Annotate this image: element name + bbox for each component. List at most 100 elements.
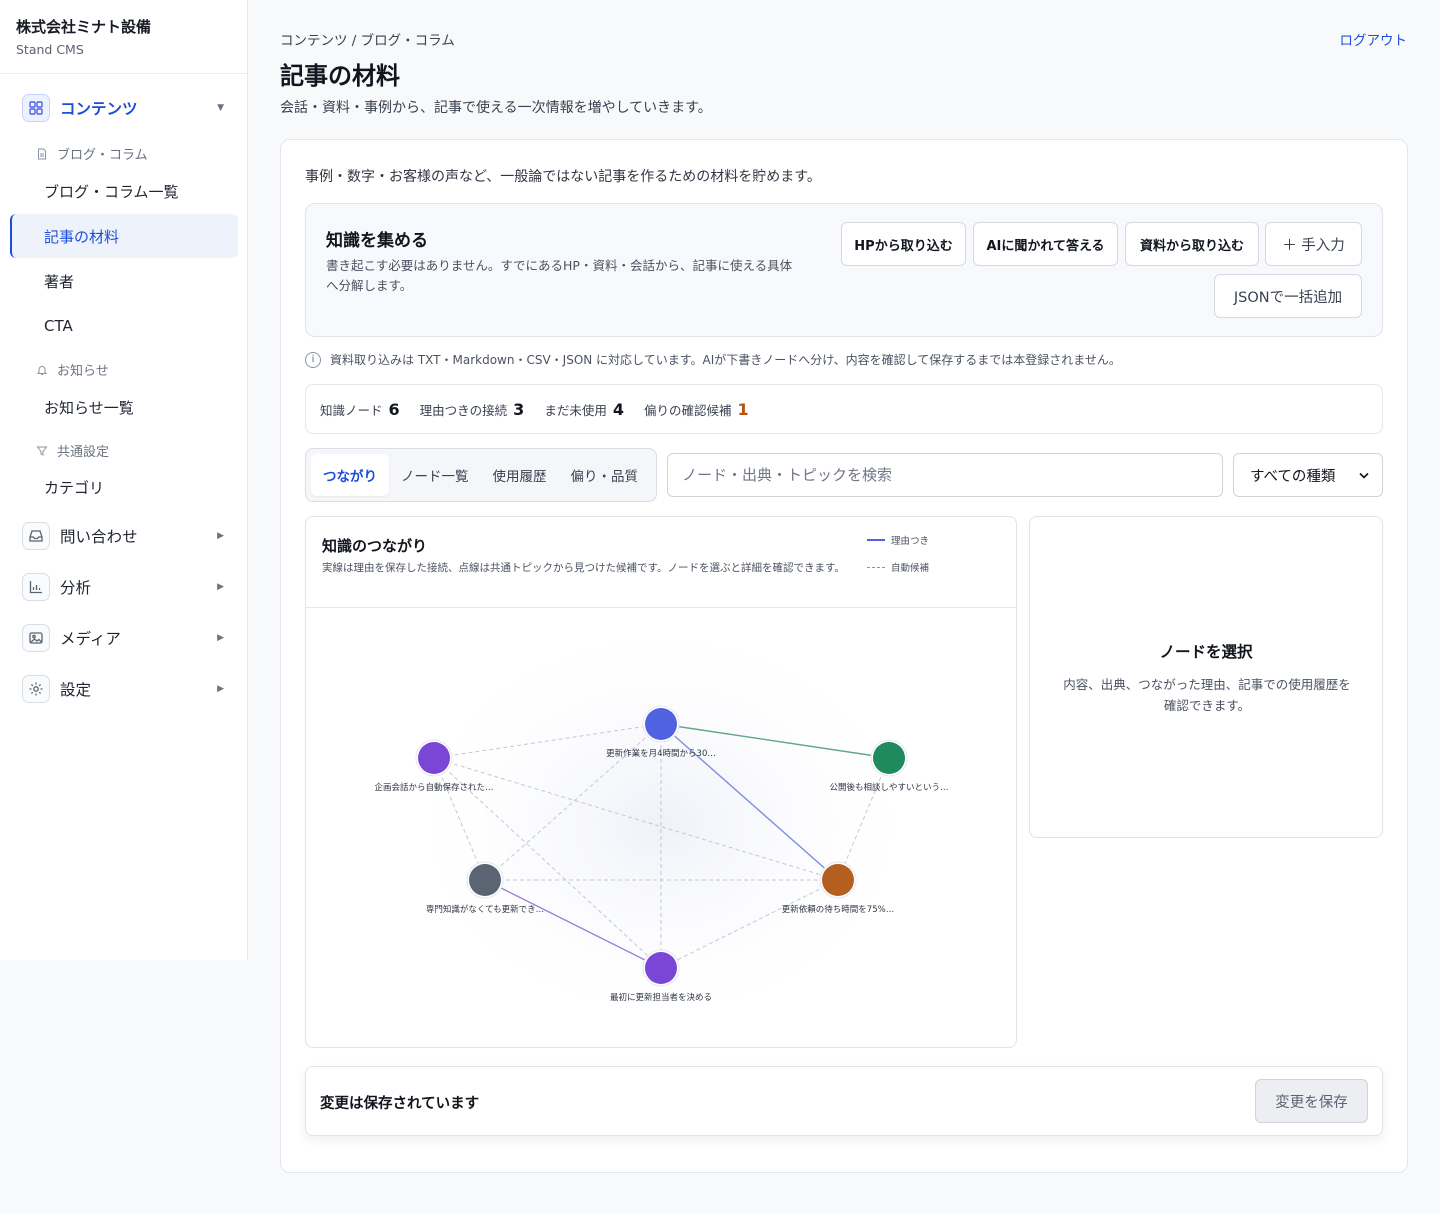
page-description: 会話・資料・事例から、記事で使える一次情報を増やしていきます。	[280, 100, 712, 116]
graph-title: 知識のつながり	[322, 537, 428, 555]
graph-node-label: 最初に更新担当者を決める	[610, 992, 712, 1003]
import-from-hp-button[interactable]: HPから取り込む	[841, 222, 966, 266]
intro-text: 事例・数字・お客様の声など、一般論ではない記事を作るための材料を貯めます。	[305, 169, 821, 185]
chevron-down-icon	[1359, 472, 1369, 479]
document-icon	[38, 148, 46, 159]
sidebar-item-blog-list[interactable]: ブログ・コラム一覧	[10, 169, 238, 213]
tab-connections[interactable]: つながり	[311, 454, 389, 496]
graph-canvas[interactable]: 更新作業を月4時間から30… 企画会話から自動保存された… 公開後も相談しやすいとい…	[306, 609, 1016, 1047]
stat-nodes: 知識ノード 6	[320, 400, 400, 419]
stat-unused: まだ未使用 4	[544, 400, 624, 419]
legend-dashed-label: 自動候補	[891, 563, 930, 574]
graph-description: 実線は理由を保存した接続、点線は共通トピックから見つけた候補です。ノードを選ぶと…	[322, 562, 845, 574]
ai-interview-button[interactable]: AIに聞かれて答える	[973, 222, 1118, 266]
stat-value: 6	[388, 399, 400, 419]
graph-node-circle	[873, 742, 905, 774]
group-news: お知らせ	[36, 360, 109, 379]
chevron-right-icon: ▶	[217, 531, 224, 541]
save-bar: 変更は保存されています 変更を保存	[305, 1066, 1383, 1136]
search-input[interactable]	[667, 453, 1223, 497]
type-filter-select[interactable]: すべての種類	[1233, 453, 1383, 497]
group-blog: ブログ・コラム	[36, 144, 148, 163]
tab-bias-quality[interactable]: 偏り・品質	[559, 454, 651, 496]
collect-knowledge-panel: 知識を集める 書き起こす必要はありません。すでにあるHP・資料・会話から、記事に…	[305, 203, 1383, 337]
sidebar-item-category[interactable]: カテゴリ	[10, 465, 238, 509]
legend-solid: 理由つき	[867, 533, 929, 547]
collect-title: 知識を集める	[326, 231, 428, 251]
legend-solid-label: 理由つき	[891, 536, 930, 547]
info-icon: i	[305, 351, 321, 368]
legend-dashed-swatch	[867, 566, 885, 568]
graph-node-circle	[822, 864, 854, 896]
group-blog-label: ブログ・コラム	[57, 148, 148, 163]
save-status: 変更は保存されています	[320, 1096, 480, 1112]
logout-link[interactable]: ログアウト	[1340, 29, 1408, 49]
nav-settings[interactable]: 設定 ▶	[10, 668, 238, 710]
graph-node-label: 公開後も相談しやすいという…	[830, 782, 949, 793]
knowledge-graph-panel: 知識のつながり 実線は理由を保存した接続、点線は共通トピックから見つけた候補です…	[305, 516, 1017, 1048]
stat-bias-candidates: 偏りの確認候補 1	[644, 400, 749, 419]
nav-settings-label: 設定	[60, 681, 92, 699]
nav-media-label: メディア	[60, 630, 121, 648]
bar-chart-icon	[22, 573, 50, 601]
stat-label: 知識ノード	[320, 402, 383, 418]
nav-contents[interactable]: コンテンツ ▼	[10, 87, 238, 129]
chevron-right-icon: ▶	[217, 582, 224, 592]
nav-media[interactable]: メディア ▶	[10, 617, 238, 659]
save-button[interactable]: 変更を保存	[1255, 1079, 1368, 1123]
stat-label: 偏りの確認候補	[643, 402, 732, 418]
stat-label: 理由つきの接続	[419, 402, 508, 418]
stats-bar: 知識ノード 6 理由つきの接続 3 まだ未使用 4 偏りの確認候補 1	[305, 384, 1383, 434]
stat-value: 1	[737, 399, 749, 419]
legend-dashed: 自動候補	[867, 560, 929, 574]
nav-inquiries[interactable]: 問い合わせ ▶	[10, 515, 238, 557]
stat-value: 4	[612, 399, 624, 419]
sidebar: 株式会社ミナト設備 Stand CMS コンテンツ ▼ ブログ・コラム ブログ・…	[0, 0, 248, 960]
chevron-right-icon: ▶	[217, 633, 224, 643]
node-detail-panel: ノードを選択 内容、出典、つながった理由、記事での使用履歴を確認できます。	[1029, 516, 1383, 838]
graph-node-label: 更新作業を月4時間から30…	[606, 748, 716, 759]
page-title: 記事の材料	[280, 62, 400, 90]
nav-inquiries-label: 問い合わせ	[60, 528, 138, 546]
legend-solid-swatch	[867, 539, 885, 541]
gear-icon	[22, 675, 50, 703]
graph-node-circle	[645, 708, 677, 740]
chevron-down-icon: ▼	[217, 103, 224, 113]
org-name: 株式会社ミナト設備	[16, 18, 152, 36]
detail-title: ノードを選択	[1159, 643, 1253, 661]
group-news-label: お知らせ	[57, 364, 109, 379]
chevron-right-icon: ▶	[217, 684, 224, 694]
inbox-icon	[22, 522, 50, 550]
nav-analytics-label: 分析	[60, 579, 92, 597]
view-tabs: つながり ノード一覧 使用履歴 偏り・品質	[305, 448, 657, 502]
breadcrumb: コンテンツ / ブログ・コラム	[280, 33, 455, 49]
sidebar-item-news-list[interactable]: お知らせ一覧	[10, 385, 238, 429]
sidebar-item-materials[interactable]: 記事の材料	[10, 214, 238, 258]
tab-node-list[interactable]: ノード一覧	[389, 454, 481, 496]
image-icon	[22, 624, 50, 652]
import-info: i 資料取り込みは TXT・Markdown・CSV・JSON に対応しています…	[305, 351, 1121, 368]
nav-analytics[interactable]: 分析 ▶	[10, 566, 238, 608]
import-info-text: 資料取り込みは TXT・Markdown・CSV・JSON に対応しています。A…	[330, 353, 1121, 367]
json-bulk-add-button[interactable]: JSONで一括追加	[1214, 274, 1362, 318]
tab-usage-history[interactable]: 使用履歴	[481, 454, 559, 496]
app-name: Stand CMS	[16, 42, 84, 57]
graph-node-circle	[418, 742, 450, 774]
graph-node-circle	[469, 864, 501, 896]
group-common-label: 共通設定	[57, 445, 110, 460]
sidebar-item-cta[interactable]: CTA	[10, 304, 238, 348]
detail-description: 内容、出典、つながった理由、記事での使用履歴を確認できます。	[1063, 677, 1351, 713]
nav-contents-label: コンテンツ	[60, 100, 138, 118]
brand: 株式会社ミナト設備 Stand CMS	[0, 0, 247, 74]
stat-label: まだ未使用	[544, 402, 607, 418]
grid-icon	[22, 94, 50, 122]
type-filter-value: すべての種類	[1250, 468, 1336, 485]
graph-node-label: 専門知識がなくても更新でき…	[426, 904, 544, 915]
graph-node-label: 企画会話から自動保存された…	[374, 782, 493, 793]
graph-header: 知識のつながり 実線は理由を保存した接続、点線は共通トピックから見つけた候補です…	[306, 517, 1016, 608]
manual-input-button[interactable]: ＋ 手入力	[1265, 222, 1362, 266]
collect-description: 書き起こす必要はありません。すでにあるHP・資料・会話から、記事に使える具体へ分…	[326, 258, 793, 293]
sidebar-item-authors[interactable]: 著者	[10, 259, 238, 303]
stat-value: 3	[513, 399, 525, 419]
import-from-docs-button[interactable]: 資料から取り込む	[1125, 222, 1259, 266]
